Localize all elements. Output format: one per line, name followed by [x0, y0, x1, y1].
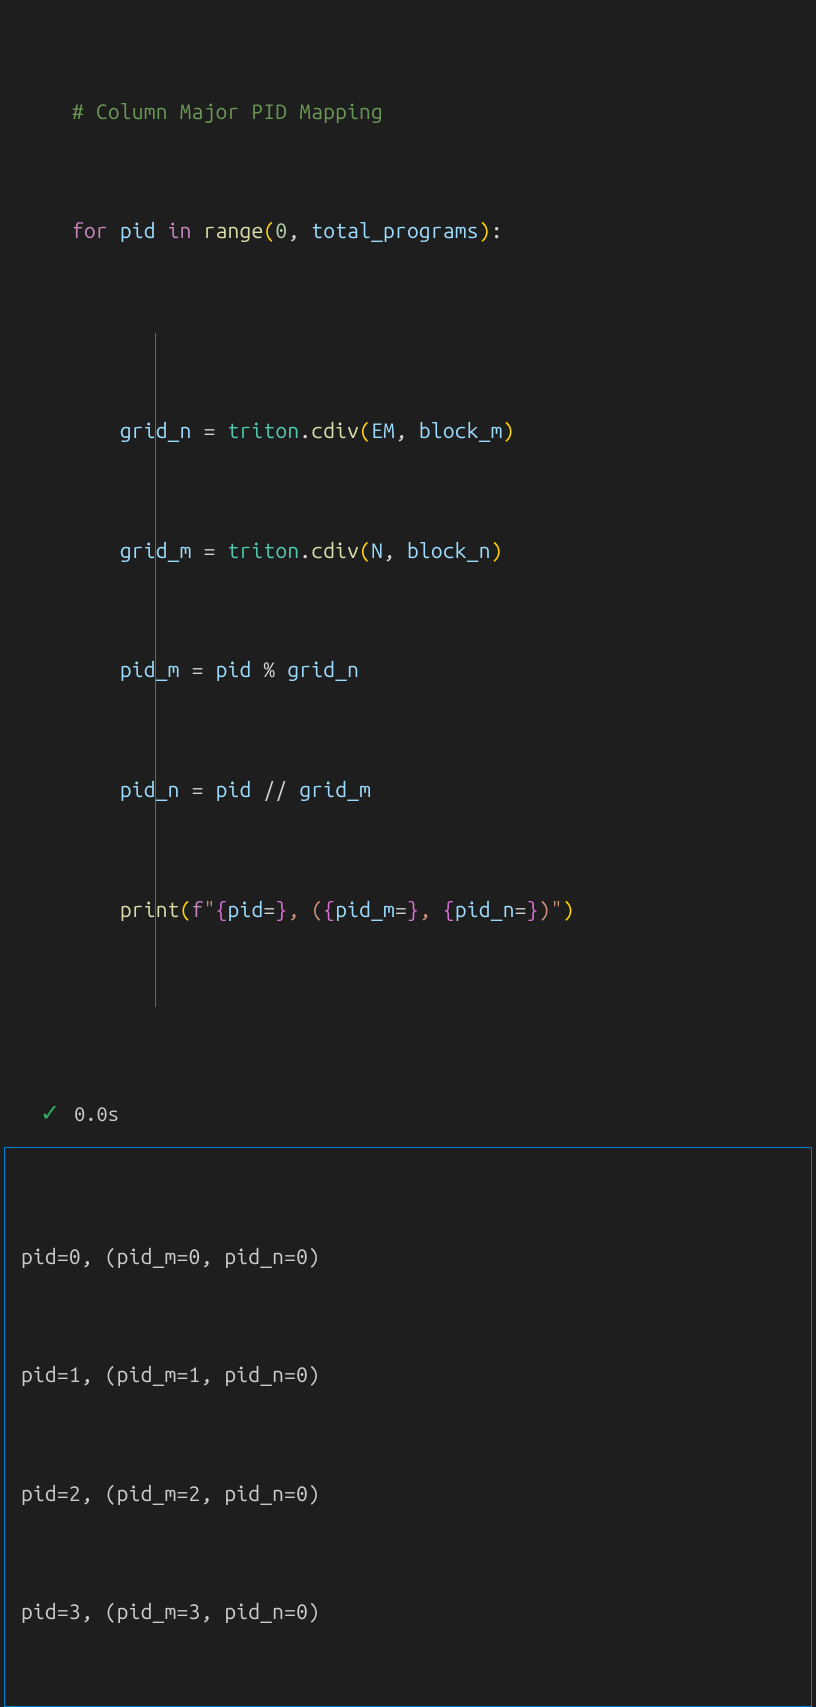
exec-time: 0.0s — [74, 1102, 119, 1125]
ident-grid-m: grid_m — [120, 538, 192, 562]
colon: : — [491, 218, 503, 242]
check-icon: ✓ — [40, 1099, 60, 1127]
output-line: pid=0, (pid_m=0, pid_n=0) — [21, 1237, 795, 1276]
op-mod: % — [263, 657, 275, 681]
ident-total-programs: total_programs — [311, 218, 478, 242]
comma: , — [287, 218, 311, 242]
paren-open: ( — [263, 218, 275, 242]
paren-open: ( — [180, 897, 192, 921]
ident-pid: pid — [216, 657, 252, 681]
brace-open: { — [323, 897, 335, 921]
quote-open: " — [204, 897, 216, 921]
mod-triton: triton — [228, 538, 300, 562]
brace-open: { — [216, 897, 228, 921]
code-comment: # Column Major PID Mapping — [72, 99, 383, 123]
op-eq: = — [192, 777, 204, 801]
fstring-prefix: f — [192, 897, 204, 921]
kw-in: in — [168, 218, 192, 242]
paren-close: ) — [563, 897, 575, 921]
ident-pid: pid — [120, 218, 156, 242]
fn-range: range — [204, 218, 264, 242]
ident-pid-m: pid_m — [120, 657, 180, 681]
brace-close: } — [527, 897, 539, 921]
output-line: pid=3, (pid_m=3, pid_n=0) — [21, 1592, 795, 1631]
op-eq: = — [204, 538, 216, 562]
num-zero: 0 — [275, 218, 287, 242]
ident-pid: pid — [228, 897, 264, 921]
brace-close: } — [275, 897, 287, 921]
paren-open: ( — [359, 418, 371, 442]
quote-close: " — [551, 897, 563, 921]
code-cell: # Column Major PID Mapping for pid in ra… — [0, 0, 816, 1137]
paren-open: ( — [359, 538, 371, 562]
op-eq: = — [395, 897, 407, 921]
ident-pid: pid — [216, 777, 252, 801]
indent-guide: grid_n = triton.cdiv(EM, block_m) grid_m… — [72, 331, 802, 1009]
ident-grid-n: grid_n — [120, 418, 192, 442]
op-floordiv: // — [263, 777, 287, 801]
str-seg: , ( — [287, 897, 323, 921]
output-panel[interactable]: pid=0, (pid_m=0, pid_n=0) pid=1, (pid_m=… — [4, 1147, 812, 1707]
fn-cdiv: cdiv — [311, 538, 359, 562]
ident-block-m: block_m — [419, 418, 503, 442]
output-line: pid=1, (pid_m=1, pid_n=0) — [21, 1355, 795, 1394]
fn-print: print — [120, 897, 180, 921]
brace-open: { — [443, 897, 455, 921]
code-editor[interactable]: # Column Major PID Mapping for pid in ra… — [0, 12, 816, 1089]
comma: , — [383, 538, 407, 562]
op-eq: = — [204, 418, 216, 442]
ident-n: N — [371, 538, 383, 562]
ident-pid-n: pid_n — [120, 777, 180, 801]
ident-grid-m: grid_m — [299, 777, 371, 801]
str-seg: , — [419, 897, 443, 921]
ident-pid-n: pid_n — [455, 897, 515, 921]
kw-for: for — [72, 218, 108, 242]
paren-close: ) — [491, 538, 503, 562]
str-seg: ) — [539, 897, 551, 921]
op-eq: = — [263, 897, 275, 921]
ident-em: EM — [371, 418, 395, 442]
dot: . — [299, 418, 311, 442]
ident-block-n: block_n — [407, 538, 491, 562]
mod-triton: triton — [228, 418, 300, 442]
dot: . — [299, 538, 311, 562]
brace-close: } — [407, 897, 419, 921]
op-eq: = — [515, 897, 527, 921]
paren-close: ) — [503, 418, 515, 442]
ident-pid-m: pid_m — [335, 897, 395, 921]
op-eq: = — [192, 657, 204, 681]
paren-close: ) — [479, 218, 491, 242]
cell-status: ✓ 0.0s — [0, 1089, 816, 1127]
ident-grid-n: grid_n — [287, 657, 359, 681]
output-line: pid=2, (pid_m=2, pid_n=0) — [21, 1474, 795, 1513]
fn-cdiv: cdiv — [311, 418, 359, 442]
comma: , — [395, 418, 419, 442]
